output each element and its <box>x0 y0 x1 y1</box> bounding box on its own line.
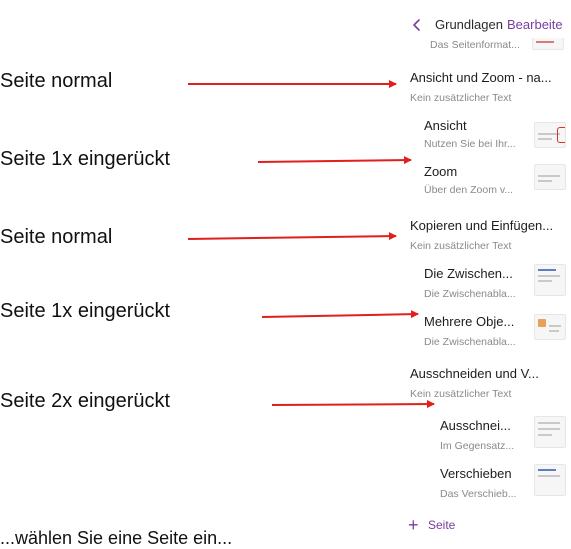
arrow-page-indent-1 <box>257 156 412 165</box>
arrow-page-indent-2 <box>271 400 435 409</box>
cutoff-text: ...wählen Sie eine Seite ein... <box>0 528 233 548</box>
arrow-page-indent-1 <box>261 310 419 319</box>
arrow-page-normal <box>187 232 397 241</box>
annotation-arrows <box>187 80 435 409</box>
